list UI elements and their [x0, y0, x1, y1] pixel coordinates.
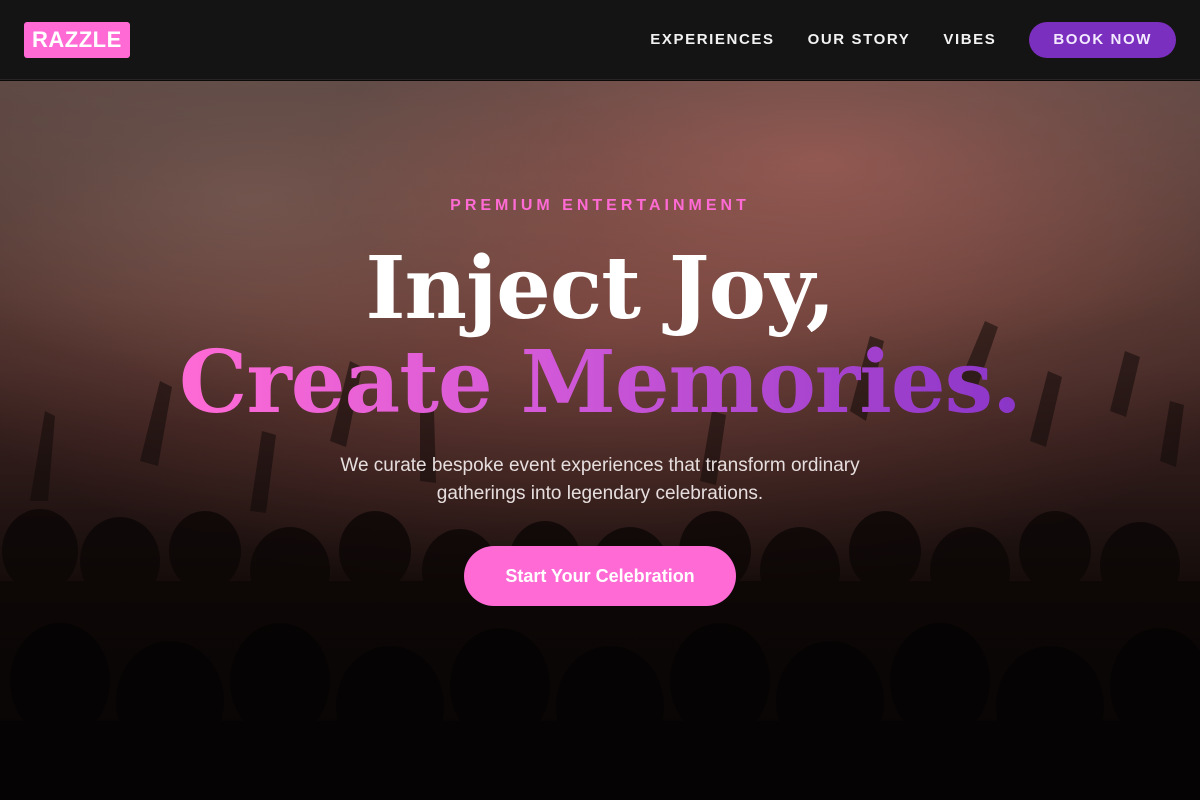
top-nav: RAZZLE EXPERIENCES OUR STORY VIBES BOOK … [0, 0, 1200, 80]
hero-subtext: We curate bespoke event experiences that… [340, 455, 860, 504]
nav-link-our-story[interactable]: OUR STORY [808, 31, 911, 48]
hero-overlay [0, 81, 1200, 800]
hero-eyebrow: PREMIUM ENTERTAINMENT [450, 197, 750, 214]
book-now-button[interactable]: BOOK NOW [1029, 21, 1176, 58]
hero-headline-gradient-text: Create Memories. [179, 332, 1022, 433]
nav-link-experiences[interactable]: EXPERIENCES [650, 31, 774, 48]
hero-section: PREMIUM ENTERTAINMENT Inject Joy, Create… [0, 81, 1200, 800]
hero-headline-line1: Inject Joy, [365, 238, 835, 339]
hero-headline-line2: Create Memories. [0, 333, 1200, 433]
brand-logo[interactable]: RAZZLE [24, 21, 130, 58]
nav-links: EXPERIENCES OUR STORY VIBES BOOK NOW [617, 21, 1176, 58]
start-celebration-button[interactable]: Start Your Celebration [464, 546, 736, 606]
nav-link-vibes[interactable]: VIBES [943, 31, 996, 48]
